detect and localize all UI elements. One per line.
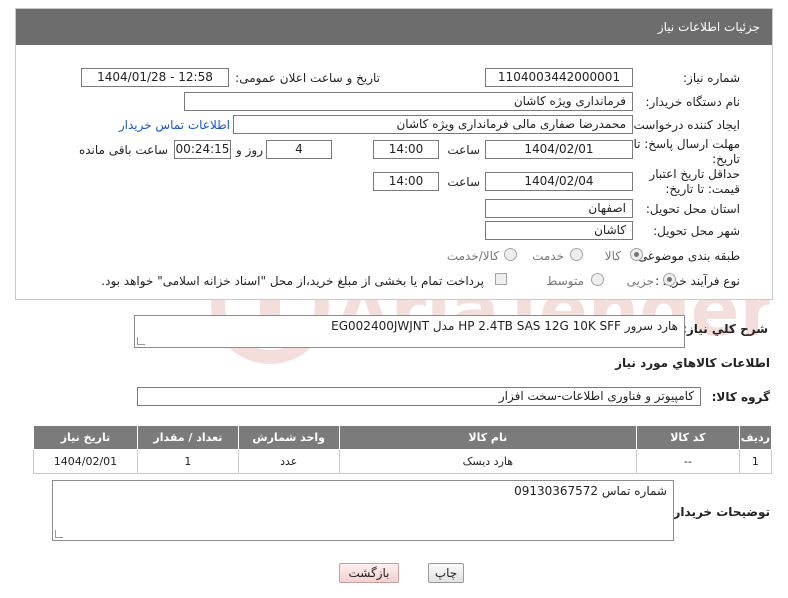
- city-field: کاشان: [485, 221, 633, 240]
- city-label: شهر محل تحویل:: [653, 224, 740, 238]
- print-button[interactable]: چاپ: [428, 563, 464, 583]
- treasury-payment-checkbox[interactable]: [495, 273, 507, 285]
- process-option-minor: جزیی: [626, 274, 654, 288]
- col-name: نام کالا: [338, 425, 637, 450]
- goods-section-title: اطلاعات كالاهاي مورد نياز: [615, 356, 770, 370]
- resize-handle-icon[interactable]: [137, 337, 145, 345]
- province-label: استان محل تحویل:: [645, 202, 740, 216]
- cell-code: --: [635, 449, 740, 474]
- buyer-org-field: فرمانداری ویژه کاشان: [184, 92, 633, 111]
- category-radio-goods-service[interactable]: [504, 248, 517, 261]
- creator-field: محمدرضا صفاری مالی فرمانداری ویژه کاشان: [233, 115, 633, 134]
- process-radio-minor[interactable]: [663, 273, 676, 286]
- category-radio-goods[interactable]: [630, 248, 643, 261]
- buyer-contact-link[interactable]: اطلاعات تماس خریدار: [119, 118, 230, 132]
- need-number-label: شماره نیاز:: [683, 71, 740, 85]
- category-option-service: خدمت: [532, 249, 564, 263]
- days-label: روز و: [236, 143, 263, 157]
- deadline-time-label: ساعت: [447, 143, 480, 157]
- cell-quantity: 1: [136, 449, 239, 474]
- category-option-goods: کالا: [604, 249, 621, 263]
- treasury-payment-note: پرداخت تمام یا بخشی از مبلغ خرید،از محل …: [101, 274, 484, 288]
- buyer-notes-label: توضیحات خریدار:: [668, 505, 770, 519]
- cell-row: 1: [738, 449, 773, 474]
- deadline-time-field: 14:00: [373, 140, 439, 159]
- goods-table: ردیف کد کالا نام کالا واحد شمارش تعداد /…: [33, 425, 773, 474]
- days-field: 4: [266, 140, 332, 159]
- buyer-org-label: نام دستگاه خریدار:: [645, 95, 741, 109]
- goods-table-header: ردیف کد کالا نام کالا واحد شمارش تعداد /…: [33, 425, 773, 450]
- category-option-goods-service: کالا/خدمت: [446, 249, 499, 263]
- announce-field: 1404/01/28 - 12:58: [81, 68, 229, 87]
- deadline-label: مهلت ارسال پاسخ: تا تاریخ:: [633, 137, 740, 166]
- col-unit: واحد شمارش: [237, 425, 340, 450]
- deadline-date-field: 1404/02/01: [485, 140, 633, 159]
- need-number-field: 1104003442000001: [485, 68, 633, 87]
- creator-label: ایجاد کننده درخواست:: [629, 118, 740, 132]
- category-label: طبقه بندی موضوعی:: [633, 249, 740, 263]
- buyer-notes-box: شماره تماس 09130367572: [52, 480, 674, 541]
- goods-group-label: گروه كالا:: [711, 390, 770, 404]
- table-row: 1 -- هارد دیسک عدد 1 1404/02/01: [33, 449, 773, 474]
- col-row: ردیف: [738, 425, 773, 450]
- description-text: هارد سرور HP 2.4TB SAS 12G 10K SFF مدل E…: [331, 319, 678, 333]
- price-validity-label: حداقل تاریخ اعتبار قیمت: تا تاریخ:: [649, 167, 740, 196]
- buyer-notes-text: شماره تماس 09130367572: [514, 484, 667, 498]
- col-quantity: تعداد / مقدار: [136, 425, 239, 450]
- price-time-field: 14:00: [373, 172, 439, 191]
- remaining-label: ساعت باقی مانده: [78, 143, 168, 157]
- goods-group-field: کامپیوتر و فناوری اطلاعات-سخت افزار: [137, 387, 701, 406]
- price-time-label: ساعت: [447, 175, 480, 189]
- price-date-field: 1404/02/04: [485, 172, 633, 191]
- back-button[interactable]: بازگشت: [339, 563, 399, 583]
- description-label: شرح کلي نياز:: [682, 322, 768, 336]
- province-field: اصفهان: [485, 199, 633, 218]
- process-option-medium: متوسط: [546, 274, 584, 288]
- panel-title: جزئیات اطلاعات نیاز: [16, 9, 772, 45]
- resize-handle-icon[interactable]: [55, 530, 63, 538]
- announce-label: تاریخ و ساعت اعلان عمومی:: [235, 71, 380, 85]
- process-radio-medium[interactable]: [591, 273, 604, 286]
- col-code: کد کالا: [635, 425, 740, 450]
- category-radio-service[interactable]: [570, 248, 583, 261]
- description-box: هارد سرور HP 2.4TB SAS 12G 10K SFF مدل E…: [134, 315, 685, 348]
- cell-name: هارد دیسک: [338, 449, 637, 474]
- remaining-time-field: 00:24:15: [174, 140, 231, 159]
- cell-unit: عدد: [237, 449, 340, 474]
- cell-need-date: 1404/02/01: [33, 449, 138, 474]
- col-need-date: تاریخ نیاز: [33, 425, 138, 450]
